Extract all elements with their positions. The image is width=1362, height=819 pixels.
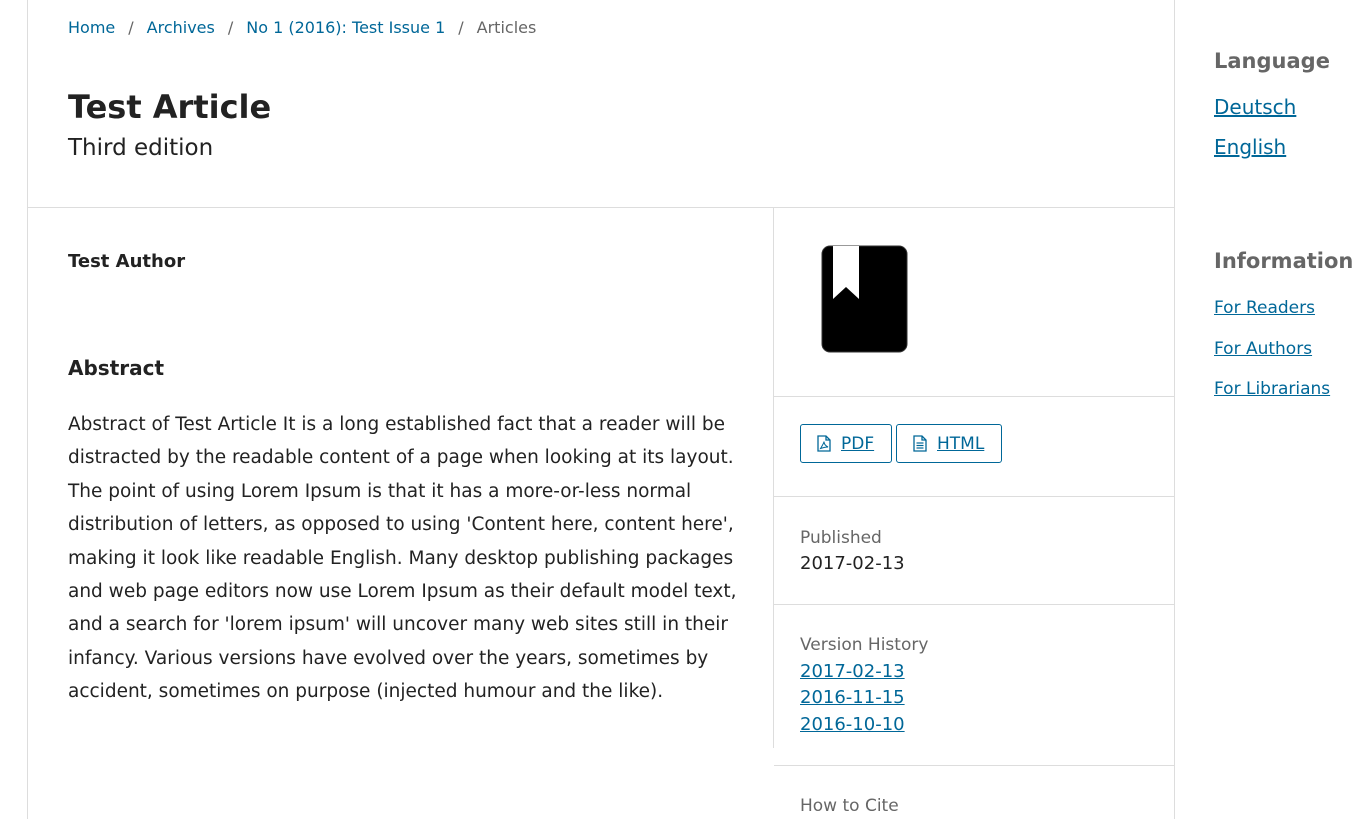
language-heading: Language: [1214, 49, 1330, 73]
published-section: Published 2017-02-13: [774, 497, 1174, 605]
article-author: Test Author: [68, 251, 186, 272]
breadcrumb-home-link[interactable]: Home: [68, 17, 115, 39]
how-to-cite-section: How to Cite: [774, 766, 1174, 819]
breadcrumb-separator: /: [128, 18, 134, 37]
main-content: Home / Archives / No 1 (2016): Test Issu…: [27, 0, 1175, 819]
published-label: Published: [800, 528, 882, 548]
article-title: Test Article: [68, 88, 272, 126]
abstract-heading: Abstract: [68, 356, 165, 380]
published-date: 2017-02-13: [800, 553, 905, 574]
version-link[interactable]: 2016-10-10: [800, 712, 905, 738]
galley-links: PDF HTML: [774, 397, 1174, 497]
cover-image-section: [774, 208, 1174, 397]
abstract-text: Abstract of Test Article It is a long es…: [68, 414, 737, 703]
breadcrumb-archives-link[interactable]: Archives: [147, 17, 215, 39]
pdf-download-button[interactable]: PDF: [800, 424, 892, 463]
version-history-section: Version History 2017-02-13 2016-11-15 20…: [774, 605, 1174, 766]
language-link-deutsch[interactable]: Deutsch: [1214, 93, 1296, 121]
file-pdf-icon: [817, 435, 831, 452]
breadcrumb-separator: /: [458, 18, 464, 37]
breadcrumb-issue-link[interactable]: No 1 (2016): Test Issue 1: [246, 17, 445, 39]
for-readers-link[interactable]: For Readers: [1214, 296, 1315, 320]
language-link-english[interactable]: English: [1214, 133, 1286, 161]
how-to-cite-label: How to Cite: [800, 796, 899, 816]
book-bookmark-icon: [821, 245, 908, 353]
article-subtitle: Third edition: [68, 135, 214, 161]
information-heading: Information: [1214, 249, 1354, 273]
version-link[interactable]: 2017-02-13: [800, 659, 905, 685]
breadcrumb-separator: /: [227, 18, 234, 37]
for-authors-link[interactable]: For Authors: [1214, 337, 1312, 361]
pdf-button-label: PDF: [841, 433, 875, 454]
sidebar: Language Deutsch English Information For…: [1214, 0, 1362, 819]
html-view-button[interactable]: HTML: [896, 424, 1002, 463]
version-history-label: Version History: [800, 635, 929, 655]
breadcrumb: Home / Archives / No 1 (2016): Test Issu…: [68, 17, 536, 39]
breadcrumb-current: Articles: [476, 18, 537, 37]
for-librarians-link[interactable]: For Librarians: [1214, 377, 1330, 401]
html-button-label: HTML: [937, 433, 985, 454]
file-text-icon: [913, 435, 927, 452]
version-link[interactable]: 2016-11-15: [800, 685, 905, 711]
